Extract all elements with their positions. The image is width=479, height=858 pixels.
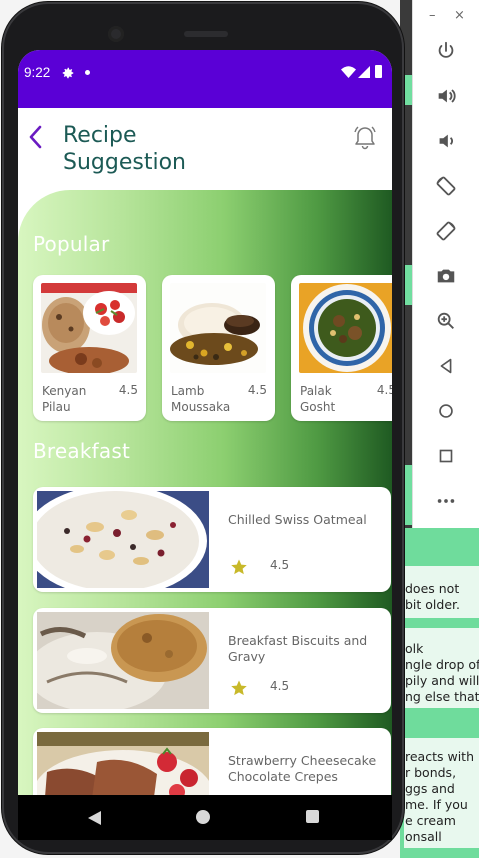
speaker-grille — [184, 31, 228, 37]
breakfast-recipe-name: Breakfast Biscuits and Gravy — [228, 633, 368, 664]
host-document-line: reacts with — [405, 749, 474, 764]
host-document-line: ng else that — [405, 689, 479, 704]
status-bar: 9:22 — [18, 50, 392, 108]
system-navigation-bar — [18, 795, 392, 840]
recipe-image-lamb-moussaka — [170, 283, 266, 373]
host-document-line: r bonds, — [405, 765, 457, 780]
minimize-button[interactable]: – — [429, 8, 436, 23]
rotate-right-icon[interactable] — [433, 218, 459, 244]
host-document-line: onsall — [405, 829, 442, 844]
volume-up-icon[interactable] — [433, 83, 459, 109]
status-time: 9:22 — [24, 65, 51, 80]
front-camera — [108, 26, 124, 42]
popular-recipe-card[interactable]: Lamb Moussaka 4.5 — [162, 275, 275, 421]
popular-recipe-name: Kenyan Pilau — [42, 384, 87, 414]
power-icon[interactable] — [433, 38, 459, 64]
home-icon[interactable] — [433, 398, 459, 424]
host-document-line: e cream — [405, 813, 456, 828]
breakfast-recipe-card[interactable]: Breakfast Biscuits and Gravy 4.5 — [33, 608, 391, 713]
host-document-line: me. If you — [405, 797, 468, 812]
recipe-image-chilled-swiss-oatmeal — [37, 491, 209, 588]
star-rating-icon — [231, 680, 247, 696]
battery-icon — [375, 65, 382, 78]
host-document-line: ngle drop of — [405, 657, 479, 672]
app-header: Recipe Suggestion — [18, 108, 392, 183]
rotate-left-icon[interactable] — [433, 173, 459, 199]
signal-icon — [358, 66, 370, 78]
breakfast-recipe-card[interactable]: Chilled Swiss Oatmeal 4.5 — [33, 487, 391, 592]
breakfast-recipe-card[interactable]: Strawberry Cheesecake Chocolate Crepes — [33, 728, 391, 795]
section-title-popular: Popular — [33, 232, 110, 256]
more-icon[interactable] — [433, 488, 459, 514]
host-document-line: ggs and — [405, 781, 455, 796]
host-document-line: bit older. — [405, 597, 460, 612]
nav-home-icon[interactable] — [196, 810, 210, 824]
star-rating-icon — [231, 559, 247, 575]
host-document-line: olk — [405, 641, 424, 656]
section-title-breakfast: Breakfast — [33, 439, 131, 463]
notification-dot — [85, 70, 90, 75]
emulator-toolbar: – × — [413, 0, 479, 528]
breakfast-recipe-rating: 4.5 — [270, 558, 290, 572]
back-icon[interactable] — [433, 353, 459, 379]
breakfast-recipe-name: Chilled Swiss Oatmeal — [228, 512, 367, 527]
page-title: Recipe Suggestion — [63, 123, 186, 175]
recipe-image-strawberry-cheesecake-chocolate-crepes — [37, 732, 209, 795]
overview-icon[interactable] — [433, 443, 459, 469]
popular-recipe-card[interactable]: Kenyan Pilau 4.5 — [33, 275, 146, 421]
recipe-image-palak-gosht — [299, 283, 392, 373]
host-document-line: does not — [405, 581, 460, 596]
nav-recents-icon[interactable] — [306, 810, 319, 823]
notification-bell-icon[interactable] — [352, 124, 378, 152]
zoom-icon[interactable] — [433, 308, 459, 334]
popular-recipe-name: Lamb Moussaka — [171, 384, 231, 414]
popular-recipe-card[interactable]: Palak Gosht 4.5 — [291, 275, 392, 421]
popular-recipe-rating: 4.5 — [247, 383, 267, 397]
popular-recipe-rating: 4.5 — [376, 383, 392, 397]
volume-down-icon[interactable] — [433, 128, 459, 154]
recipe-image-kenyan-pilau — [41, 283, 137, 373]
recipe-image-breakfast-biscuits-and-gravy — [37, 612, 209, 709]
popular-recipe-name: Palak Gosht — [300, 384, 336, 414]
back-arrow-icon[interactable] — [24, 123, 48, 151]
popular-recipe-rating: 4.5 — [118, 383, 138, 397]
settings-gear-icon — [62, 67, 74, 79]
wifi-icon — [341, 66, 356, 78]
host-document-line: pily and will — [405, 673, 479, 688]
nav-back-icon[interactable] — [88, 811, 102, 825]
recipe-content-panel[interactable]: Popular Kenyan Pilau 4.5 Lamb Moussaka 4… — [18, 190, 392, 795]
breakfast-recipe-rating: 4.5 — [270, 679, 290, 693]
camera-icon[interactable] — [433, 263, 459, 289]
breakfast-recipe-name: Strawberry Cheesecake Chocolate Crepes — [228, 753, 377, 784]
app-screen: 9:22 Recipe Suggestion Popular Kenyan Pi… — [18, 50, 392, 795]
close-button[interactable]: × — [454, 8, 465, 23]
